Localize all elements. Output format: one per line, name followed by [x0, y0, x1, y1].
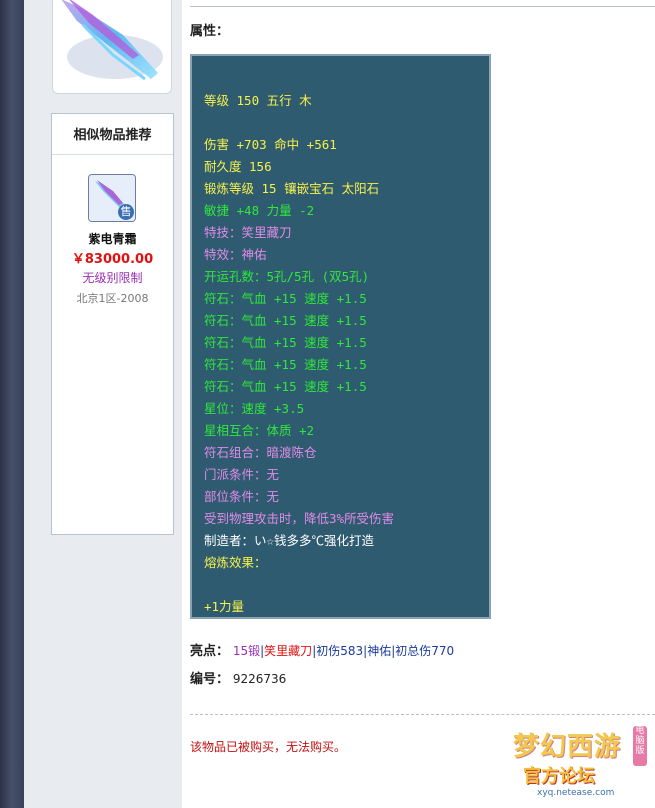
logo-title: 梦幻西游 — [513, 732, 622, 762]
sword-image-icon — [61, 0, 163, 81]
stat-line: 符石组合：暗渡陈仓 — [204, 445, 317, 460]
stat-line: 开运孔数：5孔/5孔 (双5孔) — [204, 269, 370, 284]
highlight-tag[interactable]: 初伤583 — [316, 644, 363, 658]
stat-line: 特效：神佑 — [204, 247, 267, 262]
item-image — [52, 0, 172, 94]
left-edge-strip — [0, 0, 24, 808]
highlights-label: 亮点： — [190, 644, 230, 659]
stat-line: 耐久度 156 — [204, 159, 272, 174]
similar-items-title: 相似物品推荐 — [52, 114, 173, 155]
stat-line: 伤害 +703 命中 +561 — [204, 137, 337, 152]
highlight-tag[interactable]: 神佑 — [367, 644, 391, 658]
similar-item-server: 北京1区-2008 — [76, 292, 149, 305]
logo-subtitle: 官方论坛 — [523, 766, 595, 787]
item-stats-box: 等级 150 五行 木伤害 +703 命中 +561 耐久度 156 锻炼等级 15… — [190, 54, 491, 619]
similar-item-level-limit: 无级别限制 — [82, 271, 143, 285]
dashed-divider — [190, 714, 655, 715]
stat-line: 敏捷 +48 力量 -2 — [204, 203, 315, 218]
stat-line: 星相互合：体质 +2 — [204, 423, 315, 438]
stat-line: 受到物理攻击时，降低3%所受伤害 — [204, 511, 395, 526]
serial-number-row: 编号： 9226736 — [190, 668, 286, 687]
stat-spacer — [204, 574, 394, 596]
stat-line: 符石：气血 +15 速度 +1.5 — [204, 335, 367, 350]
purchase-status-message: 该物品已被购买，无法购买。 — [190, 740, 347, 754]
highlights-row: 亮点： 15锻|笑里藏刀|初伤583|神佑|初总伤770 — [190, 640, 454, 659]
stat-line: 锻炼等级 15 镶嵌宝石 太阳石 — [204, 181, 380, 196]
item-stats-list: 等级 150 五行 木伤害 +703 命中 +561 耐久度 156 锻炼等级 15… — [204, 90, 394, 618]
sold-badge: 售 — [118, 204, 134, 220]
stat-line: 符石：气血 +15 速度 +1.5 — [204, 357, 367, 372]
highlight-tag[interactable]: 笑里藏刀 — [264, 644, 312, 658]
similar-item-name[interactable]: 紫电青霜 — [52, 230, 173, 247]
logo-tag: 电脑版 — [633, 726, 647, 766]
similar-item-thumbnail[interactable]: 售 — [88, 174, 136, 222]
stat-line: 等级 150 五行 木 — [204, 93, 312, 108]
attributes-heading: 属性： — [190, 24, 230, 39]
similar-item-price: ￥83000.00 — [71, 252, 154, 267]
serial-number-value: 9226736 — [232, 672, 287, 686]
stat-spacer — [204, 112, 394, 134]
highlight-tag[interactable]: 初总伤770 — [395, 644, 454, 658]
highlight-tag[interactable]: 15锻 — [233, 644, 260, 658]
stat-line: +1力量 — [204, 599, 245, 614]
stat-line: 符石：气血 +15 速度 +1.5 — [204, 379, 367, 394]
stat-line: 星位：速度 +3.5 — [204, 401, 305, 416]
stat-line: 门派条件：无 — [204, 467, 280, 482]
game-forum-logo: 梦幻西游 官方论坛 xyq.netease.com 电脑版 — [505, 718, 653, 806]
stat-line: 部位条件：无 — [204, 489, 280, 504]
logo-url: xyq.netease.com — [537, 788, 615, 798]
stat-line: 符石：气血 +15 速度 +1.5 — [204, 291, 367, 306]
stat-line: 符石：气血 +15 速度 +1.5 — [204, 313, 367, 328]
top-divider — [190, 6, 655, 7]
stat-line: 制造者：い☆钱多多℃强化打造 — [204, 533, 375, 548]
similar-items-panel: 相似物品推荐 售 紫电青霜 ￥83000.00 无级别限制 北京1区-2008 — [51, 113, 174, 535]
stat-line: 熔炼效果： — [204, 555, 267, 570]
serial-number-label: 编号： — [190, 672, 230, 687]
stat-line: 特技：笑里藏刀 — [204, 225, 292, 240]
